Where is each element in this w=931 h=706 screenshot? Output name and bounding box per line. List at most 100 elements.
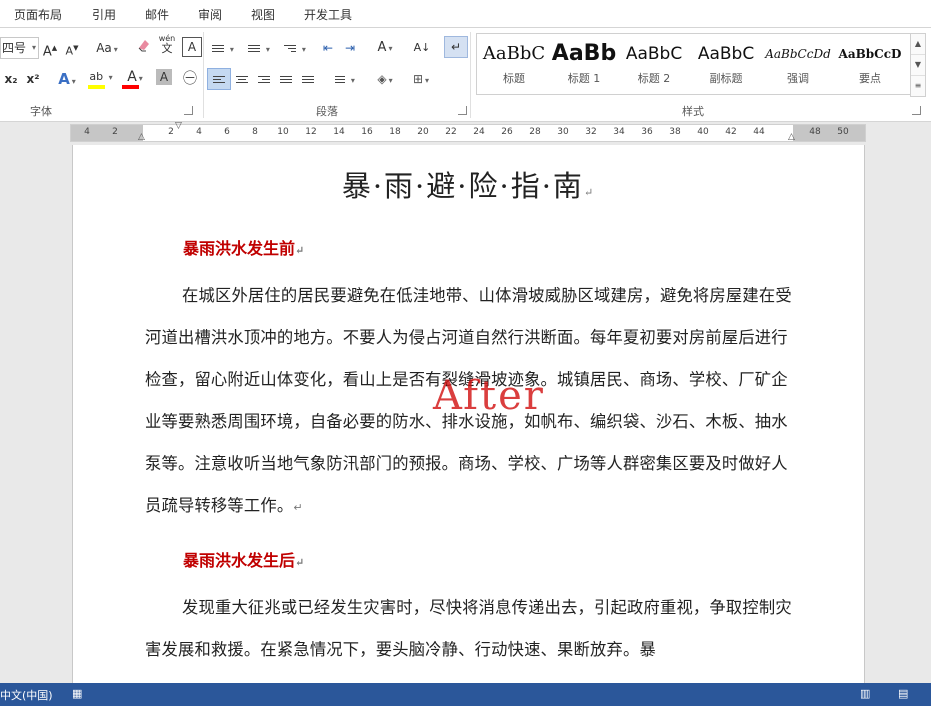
style-strong[interactable]: AaBbCcD 要点: [835, 38, 905, 90]
align-right-icon: [258, 74, 270, 85]
sort-icon[interactable]: A↓: [412, 37, 432, 59]
align-right-button[interactable]: [254, 68, 274, 90]
tab-review[interactable]: 审阅: [198, 6, 222, 23]
ruler-number: 48: [809, 127, 821, 137]
first-line-indent-marker-icon[interactable]: ▽: [175, 121, 182, 131]
align-center-button[interactable]: [232, 68, 252, 90]
shrink-font-button[interactable]: A▼: [64, 37, 80, 59]
chinese-layout-button[interactable]: A: [370, 37, 400, 59]
multilevel-list-button[interactable]: [280, 37, 310, 59]
ruler-number: 10: [277, 127, 289, 137]
tab-references[interactable]: 引用: [92, 6, 116, 23]
ruler-number: 4: [84, 127, 90, 137]
style-emphasis[interactable]: AaBbCcDd 强调: [763, 38, 833, 90]
group-divider: [203, 32, 204, 118]
bullets-button[interactable]: [208, 37, 238, 59]
read-mode-icon[interactable]: ▥: [860, 687, 870, 700]
chevron-down-icon[interactable]: ▼: [911, 55, 925, 76]
borders-icon[interactable]: ⊞: [406, 68, 436, 90]
change-case-button[interactable]: Aa: [92, 37, 122, 59]
ruler-number: 28: [529, 127, 541, 137]
styles-gallery: AaBbC 标题 AaBb 标题 1 AaBbC 标题 2 AaBbC 副标题 …: [476, 33, 912, 95]
ruler-number: 40: [697, 127, 709, 137]
ruler-number: 42: [725, 127, 737, 137]
ribbon: 四号▾ A▲ A▼ Aa wén文 A x₂ x² A ab A A ㊀ 字体 …: [0, 28, 931, 122]
text-effects-button[interactable]: A: [54, 68, 80, 90]
increase-indent-icon[interactable]: ⇥: [340, 37, 360, 59]
styles-dialog-launcher-icon[interactable]: [912, 106, 921, 115]
tab-page-layout[interactable]: 页面布局: [14, 6, 62, 23]
multilevel-list-icon: [284, 43, 297, 54]
numbering-button[interactable]: [244, 37, 274, 59]
numbering-icon: [248, 43, 261, 54]
style-title[interactable]: AaBbC 标题: [479, 38, 549, 90]
ruler-right-margin: [793, 125, 865, 141]
paragraph-group-label: 段落: [316, 105, 338, 118]
right-indent-marker-icon[interactable]: △: [788, 132, 795, 142]
paragraph-mark: ↵: [583, 186, 596, 199]
line-spacing-button[interactable]: [330, 68, 360, 90]
justify-button[interactable]: [276, 68, 296, 90]
more-styles-icon[interactable]: ≡: [911, 76, 925, 96]
grow-font-button[interactable]: A▲: [42, 37, 58, 59]
distributed-icon: [302, 74, 314, 85]
bullets-icon: [212, 43, 225, 54]
chevron-down-icon: ▾: [31, 43, 36, 52]
ruler-number: 44: [753, 127, 765, 137]
print-layout-icon[interactable]: ▤: [898, 687, 908, 700]
distributed-button[interactable]: [298, 68, 318, 90]
menu-bar: 页面布局 引用 邮件 审阅 视图 开发工具: [0, 0, 931, 28]
macro-recording-icon[interactable]: ▦: [72, 687, 82, 700]
styles-scroll: ▲ ▼ ≡: [910, 33, 926, 97]
document-title: 暴·雨·避·险·指·南↵: [341, 169, 596, 203]
section-body: 发现重大征兆或已经发生灾害时，尽快将消息传递出去，引起政府重视，争取控制灾害发展…: [145, 598, 792, 659]
section-heading: 暴雨洪水发生前↵: [183, 239, 305, 258]
style-heading-1[interactable]: AaBb 标题 1: [549, 38, 619, 90]
ruler-number: 2: [112, 127, 118, 137]
clear-format-icon[interactable]: [134, 37, 154, 59]
horizontal-ruler[interactable]: 4 2 2 4 6 8 10 12 14 16 18 20 22 24 26 2…: [70, 121, 866, 142]
align-left-icon: [213, 74, 225, 85]
align-center-icon: [236, 74, 248, 85]
tab-mailings[interactable]: 邮件: [145, 6, 169, 23]
ruler-number: 26: [501, 127, 513, 137]
status-bar: 中文(中国) ▦ ▥ ▤: [0, 683, 931, 706]
phonetic-guide-button[interactable]: wén 文: [158, 34, 176, 56]
after-watermark: After: [433, 373, 545, 419]
paragraph-mark: ↵: [295, 556, 305, 569]
paragraph-mark: ↵: [295, 244, 305, 257]
ruler-number: 18: [389, 127, 401, 137]
style-heading-2[interactable]: AaBbC 标题 2: [619, 38, 689, 90]
line-spacing-icon: [335, 74, 346, 85]
tab-developer[interactable]: 开发工具: [304, 6, 352, 23]
chevron-up-icon[interactable]: ▲: [911, 34, 925, 55]
ruler-number: 24: [473, 127, 485, 137]
ruler-number: 38: [669, 127, 681, 137]
show-marks-icon[interactable]: ↵: [444, 36, 468, 58]
ruler-number: 16: [361, 127, 373, 137]
language-indicator[interactable]: 中文(中国): [0, 687, 53, 703]
ruler-number: 22: [445, 127, 457, 137]
style-subtitle[interactable]: AaBbC 副标题: [691, 38, 761, 90]
document-page[interactable]: 暴·雨·避·险·指·南↵ 暴雨洪水发生前↵ 在城区外居住的居民要避免在低洼地带、…: [72, 145, 865, 690]
char-shading-button[interactable]: A: [156, 69, 172, 85]
paragraph-dialog-launcher-icon[interactable]: [458, 106, 467, 115]
font-color-bar: [122, 85, 139, 89]
align-left-button[interactable]: [207, 68, 231, 90]
ruler-number: 32: [585, 127, 597, 137]
ruler-number: 50: [837, 127, 849, 137]
shading-paint-icon[interactable]: ◈: [370, 68, 400, 90]
hanging-indent-marker-icon[interactable]: △: [138, 132, 145, 142]
highlight-color-bar: [88, 85, 105, 89]
font-size-select[interactable]: 四号 ▾: [0, 37, 39, 59]
char-border-button[interactable]: A: [182, 37, 202, 57]
superscript-button[interactable]: x²: [24, 68, 42, 90]
ruler-number: 36: [641, 127, 653, 137]
subscript-button[interactable]: x₂: [2, 68, 20, 90]
font-dialog-launcher-icon[interactable]: [184, 106, 193, 115]
ruler-number: 8: [252, 127, 258, 137]
tab-view[interactable]: 视图: [251, 6, 275, 23]
decrease-indent-icon[interactable]: ⇤: [318, 37, 338, 59]
paragraph-mark: ↵: [293, 501, 303, 514]
enclose-char-icon[interactable]: ㊀: [180, 68, 200, 90]
